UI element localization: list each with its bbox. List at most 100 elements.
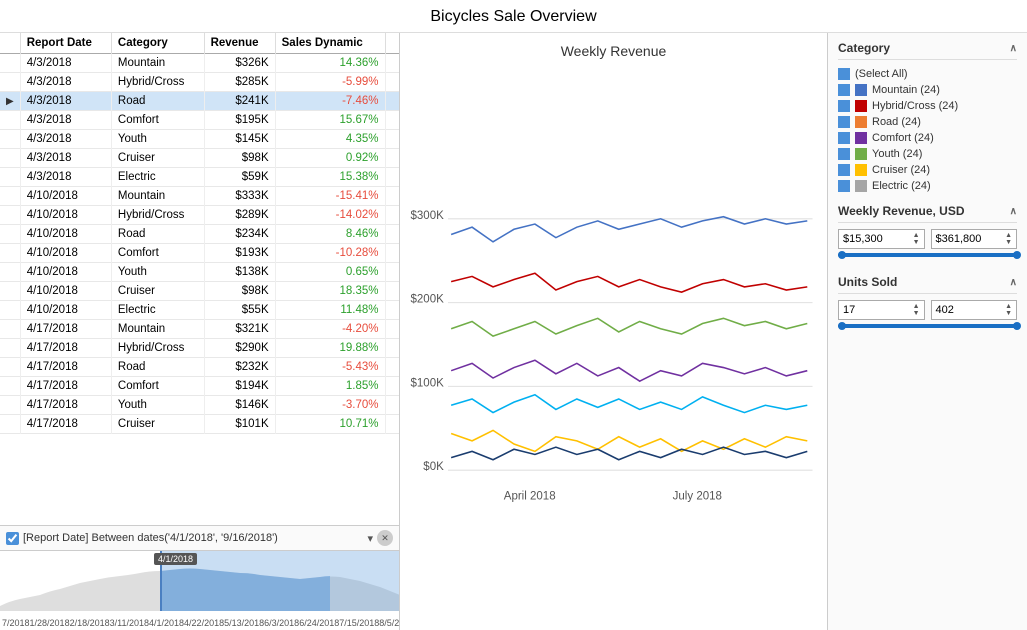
units-max-down[interactable]: ▼ — [1005, 310, 1012, 317]
table-row[interactable]: 4/3/2018Hybrid/Cross$285K-5.99% — [0, 73, 399, 92]
cell-dynamic: -4.20% — [275, 320, 385, 339]
cell-date: 4/17/2018 — [20, 358, 111, 377]
table-row[interactable]: 4/10/2018Youth$138K0.65% — [0, 263, 399, 282]
cell-category: Cruiser — [111, 149, 204, 168]
revenue-max-up[interactable]: ▲ — [1005, 232, 1012, 239]
category-item[interactable]: (Select All) — [838, 66, 1017, 82]
cell-dynamic: 10.71% — [275, 415, 385, 434]
table-row[interactable]: 4/3/2018Comfort$195K15.67% — [0, 111, 399, 130]
units-slider-max-thumb[interactable] — [1013, 322, 1021, 330]
revenue-min-down[interactable]: ▼ — [913, 239, 920, 246]
category-checkbox[interactable] — [838, 68, 850, 80]
category-item[interactable]: Youth (24) — [838, 146, 1017, 162]
col-sales-dynamic[interactable]: Sales Dynamic — [275, 33, 385, 54]
table-row[interactable]: 4/17/2018Road$232K-5.43% — [0, 358, 399, 377]
units-max-input[interactable]: 402 ▲ ▼ — [931, 300, 1018, 320]
table-row[interactable]: ▶4/3/2018Road$241K-7.46% — [0, 92, 399, 111]
filter-close-button[interactable]: ✕ — [377, 530, 393, 546]
units-min-input[interactable]: 17 ▲ ▼ — [838, 300, 925, 320]
category-checkbox[interactable] — [838, 132, 850, 144]
cell-date: 4/10/2018 — [20, 244, 111, 263]
units-slider-fill — [838, 324, 1017, 328]
category-checkbox[interactable] — [838, 116, 850, 128]
table-row[interactable]: 4/10/2018Mountain$333K-15.41% — [0, 187, 399, 206]
svg-text:$200K: $200K — [410, 294, 444, 306]
revenue-min-input[interactable]: $15,300 ▲ ▼ — [838, 229, 925, 249]
category-checkbox[interactable] — [838, 100, 850, 112]
units-max-spinner[interactable]: ▲ ▼ — [1005, 303, 1012, 317]
units-min-spinner[interactable]: ▲ ▼ — [913, 303, 920, 317]
table-row[interactable]: 4/17/2018Hybrid/Cross$290K19.88% — [0, 339, 399, 358]
data-table[interactable]: Report Date Category Revenue Sales Dynam… — [0, 33, 399, 525]
row-indicator — [0, 149, 20, 168]
revenue-max-spinner[interactable]: ▲ ▼ — [1005, 232, 1012, 246]
row-indicator — [0, 187, 20, 206]
table-row[interactable]: 4/17/2018Mountain$321K-4.20% — [0, 320, 399, 339]
units-min-up[interactable]: ▲ — [913, 303, 920, 310]
table-row[interactable]: 4/3/2018Youth$145K4.35% — [0, 130, 399, 149]
table-row[interactable]: 4/17/2018Comfort$194K1.85% — [0, 377, 399, 396]
table-row[interactable]: 4/3/2018Electric$59K15.38% — [0, 168, 399, 187]
cell-revenue: $145K — [204, 130, 275, 149]
table-row[interactable]: 4/17/2018Youth$146K-3.70% — [0, 396, 399, 415]
units-max-up[interactable]: ▲ — [1005, 303, 1012, 310]
revenue-chevron-icon[interactable]: ∧ — [1010, 206, 1017, 217]
category-item[interactable]: Mountain (24) — [838, 82, 1017, 98]
units-slider-track[interactable] — [838, 324, 1017, 328]
col-category[interactable]: Category — [111, 33, 204, 54]
units-chevron-icon[interactable]: ∧ — [1010, 277, 1017, 288]
cell-date: 4/3/2018 — [20, 92, 111, 111]
timeline[interactable]: 4/1/2018 9/16/2018 7/2018 1/28/2018 2/18… — [0, 550, 399, 630]
filter-checkbox[interactable] — [6, 532, 19, 545]
cell-revenue: $321K — [204, 320, 275, 339]
cell-category: Road — [111, 225, 204, 244]
cell-dynamic: -14.02% — [275, 206, 385, 225]
category-item[interactable]: Hybrid/Cross (24) — [838, 98, 1017, 114]
category-color-swatch — [855, 116, 867, 128]
category-checkbox[interactable] — [838, 180, 850, 192]
revenue-slider-track[interactable] — [838, 253, 1017, 257]
revenue-max-down[interactable]: ▼ — [1005, 239, 1012, 246]
scroll-col — [385, 320, 399, 339]
revenue-slider-min-thumb[interactable] — [838, 251, 846, 259]
revenue-max-input[interactable]: $361,800 ▲ ▼ — [931, 229, 1018, 249]
cell-date: 4/10/2018 — [20, 225, 111, 244]
row-indicator — [0, 263, 20, 282]
cell-revenue: $289K — [204, 206, 275, 225]
category-item[interactable]: Electric (24) — [838, 178, 1017, 194]
units-slider-min-thumb[interactable] — [838, 322, 846, 330]
row-indicator — [0, 244, 20, 263]
revenue-slider-max-thumb[interactable] — [1013, 251, 1021, 259]
table-row[interactable]: 4/10/2018Hybrid/Cross$289K-14.02% — [0, 206, 399, 225]
category-color-swatch — [855, 164, 867, 176]
cell-category: Electric — [111, 301, 204, 320]
category-section-header: Category ∧ — [838, 41, 1017, 60]
category-item[interactable]: Comfort (24) — [838, 130, 1017, 146]
table-row[interactable]: 4/10/2018Cruiser$98K18.35% — [0, 282, 399, 301]
svg-text:$300K: $300K — [410, 210, 444, 222]
table-row[interactable]: 4/17/2018Cruiser$101K10.71% — [0, 415, 399, 434]
category-checkbox[interactable] — [838, 164, 850, 176]
scroll-col — [385, 225, 399, 244]
filter-dropdown-arrow[interactable]: ▾ — [367, 532, 373, 545]
cell-date: 4/3/2018 — [20, 73, 111, 92]
col-report-date[interactable]: Report Date — [20, 33, 111, 54]
table-row[interactable]: 4/3/2018Mountain$326K14.36% — [0, 54, 399, 73]
category-item[interactable]: Cruiser (24) — [838, 162, 1017, 178]
cell-dynamic: -7.46% — [275, 92, 385, 111]
revenue-min-up[interactable]: ▲ — [913, 232, 920, 239]
category-item[interactable]: Road (24) — [838, 114, 1017, 130]
table-row[interactable]: 4/10/2018Comfort$193K-10.28% — [0, 244, 399, 263]
category-checkbox[interactable] — [838, 148, 850, 160]
cell-revenue: $55K — [204, 301, 275, 320]
col-revenue[interactable]: Revenue — [204, 33, 275, 54]
table-row[interactable]: 4/3/2018Cruiser$98K0.92% — [0, 149, 399, 168]
category-chevron-icon[interactable]: ∧ — [1010, 43, 1017, 54]
cell-revenue: $285K — [204, 73, 275, 92]
cell-dynamic: 18.35% — [275, 282, 385, 301]
units-min-down[interactable]: ▼ — [913, 310, 920, 317]
category-checkbox[interactable] — [838, 84, 850, 96]
table-row[interactable]: 4/10/2018Road$234K8.46% — [0, 225, 399, 244]
revenue-min-spinner[interactable]: ▲ ▼ — [913, 232, 920, 246]
table-row[interactable]: 4/10/2018Electric$55K11.48% — [0, 301, 399, 320]
